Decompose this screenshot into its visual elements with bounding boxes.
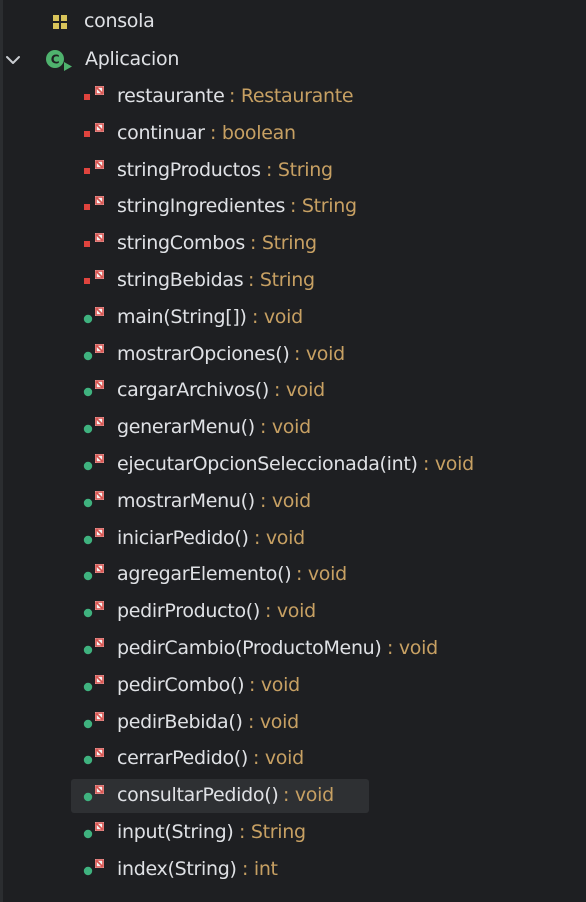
public-method-icon [83,380,104,397]
public-method-icon [83,491,104,508]
method-signature: pedirProducto() [117,600,260,622]
return-type: : void [248,711,299,733]
private-field-icon [84,270,104,284]
field-type: : boolean [210,122,296,144]
return-type: : int [242,858,278,880]
tree-item-method[interactable]: main(String[]) : void [0,301,586,335]
public-method-icon [83,417,104,434]
private-field-icon [84,196,104,210]
public-method-icon [83,638,104,655]
return-type: : void [274,379,325,401]
field-type: : Restaurante [229,85,354,107]
return-type: : void [423,453,474,475]
tree-item-method[interactable]: cargarArchivos() : void [0,374,586,408]
private-field-icon [84,160,104,174]
return-type: : void [252,306,303,328]
method-signature: ejecutarOpcionSeleccionada(int) [117,453,418,475]
method-signature: iniciarPedido() [117,527,249,549]
return-type: : void [265,600,316,622]
public-method-icon [83,454,104,471]
public-method-icon [83,748,104,765]
field-type: : String [266,159,333,181]
tree-item-field[interactable]: stringIngredientes : String [0,190,586,224]
method-signature: input(String) [117,821,234,843]
method-signature: cargarArchivos() [117,379,270,401]
tree-item-field[interactable]: stringBebidas : String [0,264,586,298]
method-signature: mostrarOpciones() [117,343,290,365]
public-method-icon [83,859,104,876]
return-type: : void [296,563,347,585]
field-name: stringBebidas [117,269,244,291]
return-type: : void [283,784,334,806]
return-type: : void [253,747,304,769]
method-signature: pedirBebida() [117,711,243,733]
method-signature: pedirCambio(ProductoMenu) [117,637,382,659]
tree-item-method[interactable]: cerrarPedido() : void [0,742,586,776]
return-type: : String [239,821,306,843]
class-icon: C [46,50,72,71]
return-type: : void [260,490,311,512]
public-method-icon [83,528,104,545]
tree-item-method[interactable]: consultarPedido() : void [0,779,586,813]
tree-item-method[interactable]: pedirProducto() : void [0,595,586,629]
return-type: : void [294,343,345,365]
method-signature: agregarElemento() [117,563,292,585]
public-method-icon [83,675,104,692]
method-signature: mostrarMenu() [117,490,255,512]
chevron-down-icon[interactable] [5,52,21,68]
structure-tree: consola C Aplicacion restaurante : Resta… [0,0,586,902]
tree-item-method[interactable]: mostrarMenu() : void [0,485,586,519]
tree-item-field[interactable]: continuar : boolean [0,117,586,151]
tree-item-method[interactable]: iniciarPedido() : void [0,522,586,556]
method-signature: generarMenu() [117,416,255,438]
private-field-icon [84,123,104,137]
return-type: : void [260,416,311,438]
package-label: consola [84,10,155,32]
method-signature: index(String) [117,858,237,880]
method-signature: consultarPedido() [117,784,279,806]
field-name: stringIngredientes [117,195,286,217]
tree-item-method[interactable]: ejecutarOpcionSeleccionada(int) : void [0,448,586,482]
public-method-icon [83,712,104,729]
field-type: : String [248,269,315,291]
public-method-icon [83,344,104,361]
public-method-icon [83,307,104,324]
public-method-icon [83,601,104,618]
tree-item-method[interactable]: input(String) : String [0,816,586,850]
field-name: stringCombos [117,232,245,254]
public-method-icon [83,564,104,581]
package-icon [53,15,67,29]
field-name: restaurante [117,85,225,107]
return-type: : void [387,637,438,659]
tree-item-method[interactable]: mostrarOpciones() : void [0,338,586,372]
tree-item-field[interactable]: stringProductos : String [0,154,586,188]
tree-item-method[interactable]: pedirCambio(ProductoMenu) : void [0,632,586,666]
private-field-icon [84,233,104,247]
tree-item-method[interactable]: generarMenu() : void [0,411,586,445]
field-name: stringProductos [117,159,261,181]
private-field-icon [84,86,104,100]
field-type: : String [250,232,317,254]
class-label: Aplicacion [85,48,180,70]
tree-item-method[interactable]: pedirCombo() : void [0,669,586,703]
field-name: continuar [117,122,205,144]
tree-item-method[interactable]: index(String) : int [0,853,586,887]
method-signature: main(String[]) [117,306,247,328]
tree-item-field[interactable]: restaurante : Restaurante [0,80,586,114]
return-type: : void [254,527,305,549]
field-type: : String [290,195,357,217]
tree-item-field[interactable]: stringCombos : String [0,227,586,261]
public-method-icon [83,822,104,839]
public-method-icon [83,785,104,802]
return-type: : void [249,674,300,696]
method-signature: pedirCombo() [117,674,245,696]
method-signature: cerrarPedido() [117,747,248,769]
tree-item-method[interactable]: agregarElemento() : void [0,558,586,592]
tree-item-method[interactable]: pedirBebida() : void [0,706,586,740]
svg-text:C: C [51,53,60,67]
